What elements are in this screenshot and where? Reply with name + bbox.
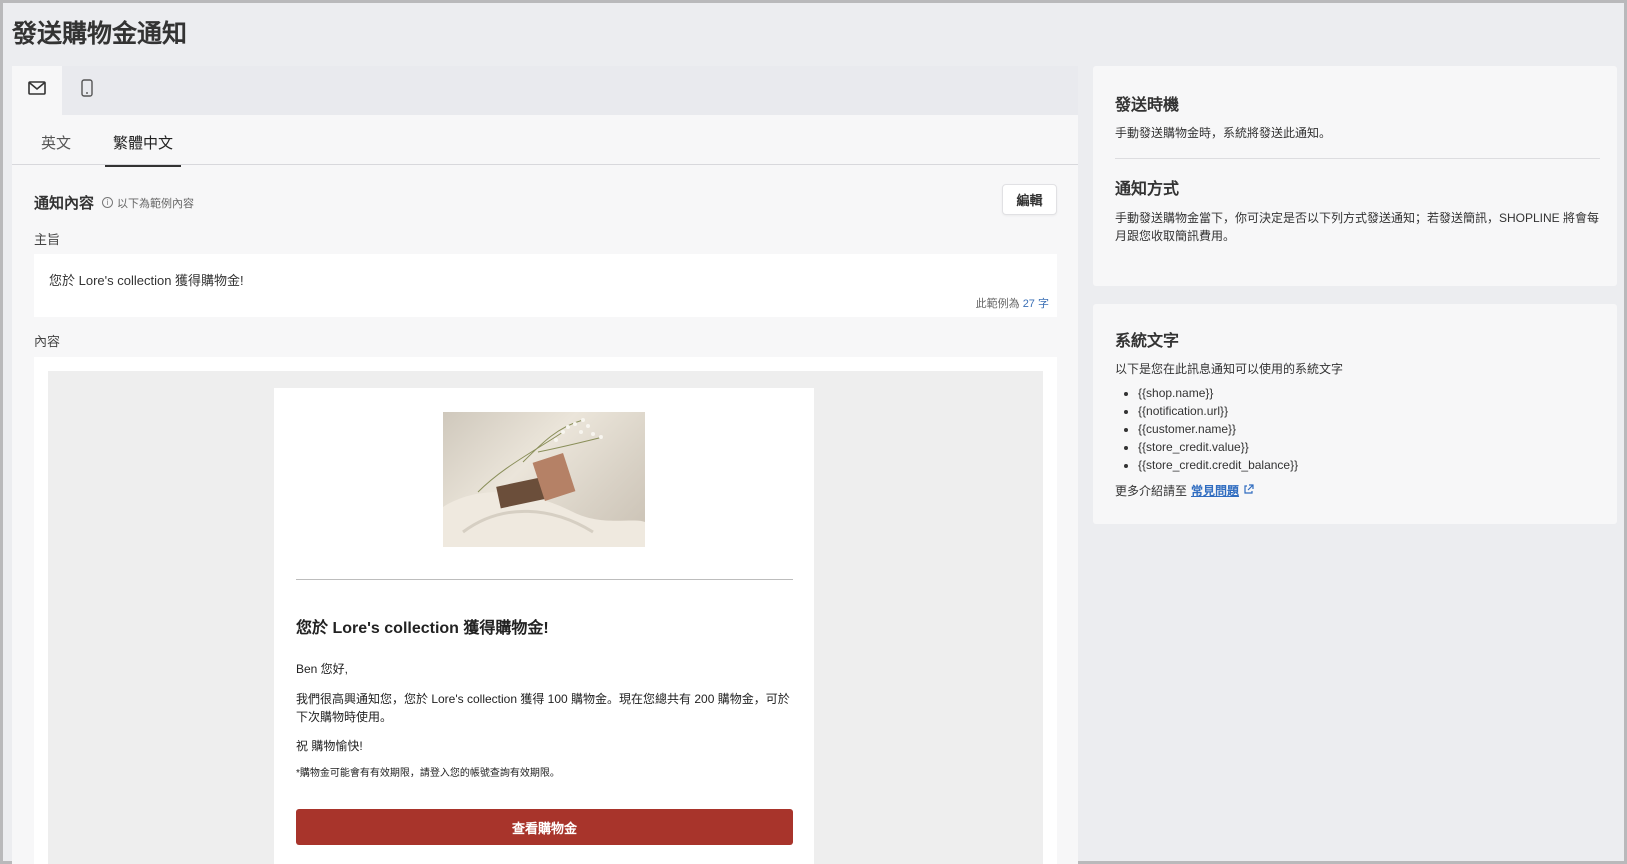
info-icon: i [102,197,114,208]
page-title: 發送購物金通知 [12,20,188,48]
email-heading: 您於 Lore's collection 獲得購物金! [296,620,549,637]
external-link-icon [1243,483,1254,498]
char-count-suffix: 字 [1038,298,1049,310]
char-count-prefix: 此範例為 [975,298,1020,310]
email-greeting: Ben 您好, [296,662,349,676]
tab-english[interactable]: 英文 [41,132,71,165]
section-divider [1115,158,1600,159]
channel-tab-bar [12,66,1078,115]
email-card: 您於 Lore's collection 獲得購物金! Ben 您好, 我們很高… [274,388,814,864]
list-item: {{shop.name}} [1138,384,1298,402]
list-item: {{store_credit.credit_balance}} [1138,456,1298,474]
email-preview-background: 您於 Lore's collection 獲得購物金! Ben 您好, 我們很高… [48,371,1043,864]
email-body: 我們很高興通知您，您於 Lore's collection 獲得 100 購物金… [296,692,790,724]
language-tabs: 英文 繁體中文 [12,115,1078,167]
system-vars-intro: 以下是您在此訊息通知可以使用的系統文字 [1115,362,1344,376]
edit-button[interactable]: 編輯 [1002,184,1057,215]
mail-icon [28,81,46,100]
method-title: 通知方式 [1115,181,1180,198]
mobile-icon [81,79,93,102]
sample-note-text: 以下為範例內容 [117,197,195,210]
list-item: {{store_credit.value}} [1138,438,1298,456]
method-text: 手動發送購物金當下，你可決定是否以下列方式發送通知；若發送簡訊，SHOPLINE… [1115,211,1600,243]
email-footnote: *購物金可能會有有效期限，請登入您的帳號查詢有效期限。 [296,768,560,779]
content-label: 內容 [34,334,61,349]
list-item: {{customer.name}} [1138,420,1298,438]
faq-line: 更多介紹請至 常見問題 [1115,482,1254,499]
notification-editor-panel: 英文 繁體中文 通知內容 i 以下為範例內容 編輯 主旨 您於 Lore's c… [12,66,1078,864]
char-count-value: 27 [1022,298,1035,310]
sample-note: i 以下為範例內容 [102,195,194,211]
view-store-credit-button[interactable]: 查看購物金 [296,809,793,845]
system-variables-card: 系統文字 以下是您在此訊息通知可以使用的系統文字 {{shop.name}} {… [1093,304,1617,524]
subject-value: 您於 Lore's collection 獲得購物金! [49,273,244,288]
tab-traditional-chinese[interactable]: 繁體中文 [105,132,182,167]
section-title: 通知內容 [34,195,95,212]
faq-link[interactable]: 常見問題 [1191,482,1239,499]
email-closing: 祝 購物愉快! [296,739,363,753]
system-vars-title: 系統文字 [1115,333,1180,350]
list-item: {{notification.url}} [1138,402,1298,420]
subject-box: 您於 Lore's collection 獲得購物金! 此範例為 27 字 [34,254,1057,317]
subject-label: 主旨 [34,232,61,247]
content-preview-box: 您於 Lore's collection 獲得購物金! Ben 您好, 我們很高… [34,357,1057,864]
timing-title: 發送時機 [1115,97,1180,114]
char-count: 此範例為 27 字 [976,295,1049,311]
email-divider [296,579,793,580]
variable-list: {{shop.name}} {{notification.url}} {{cus… [1138,384,1298,474]
email-banner-image [443,412,645,547]
faq-prefix: 更多介紹請至 [1115,484,1188,498]
timing-text: 手動發送購物金時，系統將發送此通知。 [1115,126,1332,140]
timing-card: 發送時機 手動發送購物金時，系統將發送此通知。 通知方式 手動發送購物金當下，你… [1093,66,1617,286]
content-header: 通知內容 i 以下為範例內容 [34,192,194,213]
tab-mobile-channel[interactable] [62,66,112,115]
tab-email-channel[interactable] [12,66,62,115]
